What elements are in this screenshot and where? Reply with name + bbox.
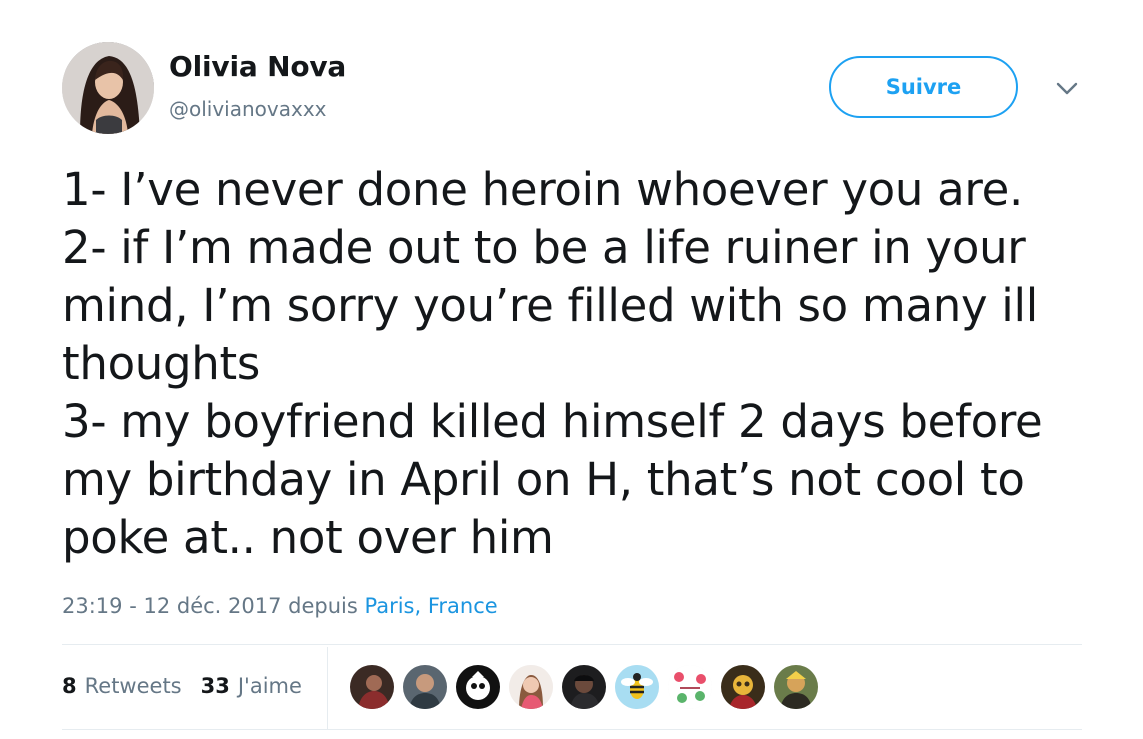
liker-avatar[interactable] [509, 665, 553, 709]
liker-avatar[interactable] [615, 665, 659, 709]
tweet-line: poke at.. not over him [62, 511, 554, 564]
tweet-text: 1- I’ve never done heroin whoever you ar… [62, 161, 1062, 567]
retweets-stat[interactable]: 8 Retweets [62, 672, 182, 700]
divider [62, 729, 1082, 730]
tweet-line: 1- I’ve never done heroin whoever you ar… [62, 163, 1024, 216]
retweets-label: Retweets [84, 674, 182, 698]
tweet-line: 3- my boyfriend killed himself 2 days be… [62, 395, 1043, 448]
stats-separator [327, 647, 328, 729]
more-options-button[interactable] [1049, 74, 1085, 104]
tweet-time[interactable]: 23:19 [62, 594, 123, 618]
tweet-line: thoughts [62, 337, 260, 390]
chevron-down-icon [1056, 82, 1078, 96]
follow-button-label: Suivre [885, 75, 962, 99]
tweet-line: my birthday in April on H, that’s not co… [62, 453, 1025, 506]
likes-stat[interactable]: 33 J'aime [201, 672, 302, 700]
divider [62, 644, 1082, 645]
liker-avatar[interactable] [774, 665, 818, 709]
tweet-line: 2- if I’m made out to be a life ruiner i… [62, 221, 1026, 274]
likes-label: J'aime [237, 674, 302, 698]
author-handle[interactable]: @olivianovaxxx [169, 96, 327, 122]
via-label: depuis [281, 594, 365, 618]
likes-count: 33 [200, 674, 230, 698]
tweet-timestamp: 23:19 - 12 déc. 2017 depuis Paris, Franc… [62, 592, 498, 620]
liker-avatar[interactable] [562, 665, 606, 709]
meta-separator: - [122, 594, 144, 618]
author-avatar[interactable] [62, 42, 154, 134]
liker-avatar[interactable] [668, 665, 712, 709]
location-link[interactable]: Paris, France [364, 594, 497, 618]
tweet-date[interactable]: 12 déc. 2017 [143, 594, 281, 618]
follow-button[interactable]: Suivre [829, 56, 1018, 118]
author-name[interactable]: Olivia Nova [169, 50, 346, 84]
retweets-count: 8 [62, 674, 77, 698]
liker-avatar[interactable] [721, 665, 765, 709]
tweet-line: mind, I’m sorry you’re filled with so ma… [62, 279, 1038, 332]
liker-avatars [350, 664, 827, 710]
liker-avatar[interactable] [403, 665, 447, 709]
tweet-stats: 8 Retweets 33 J'aime [62, 672, 302, 700]
liker-avatar[interactable] [350, 665, 394, 709]
liker-avatar[interactable] [456, 665, 500, 709]
